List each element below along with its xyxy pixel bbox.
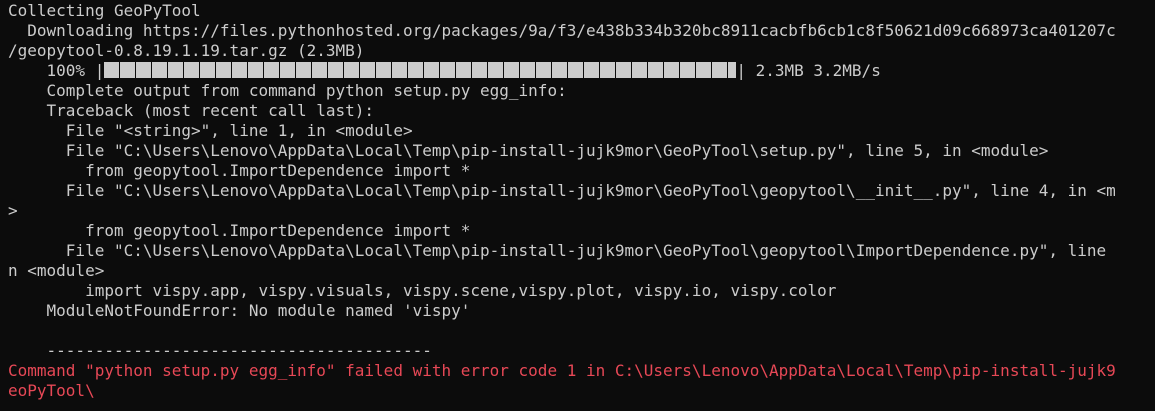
command-failed-continuation: eoPyTool\ — [8, 381, 95, 400]
traceback-header: Traceback (most recent call last): — [8, 101, 375, 120]
command-failed-line: Command "python setup.py egg_info" faile… — [8, 361, 1116, 380]
complete-output-line: Complete output from command python setu… — [8, 81, 567, 100]
traceback-code-2: from geopytool.ImportDependence import * — [8, 161, 471, 180]
downloading-continuation: /geopytool-0.8.19.1.19.tar.gz (2.3MB) — [8, 41, 365, 60]
traceback-frame-1: File "<string>", line 1, in <module> — [8, 121, 413, 140]
traceback-frame-4: File "C:\Users\Lenovo\AppData\Local\Temp… — [8, 241, 1107, 260]
separator-line: ---------------------------------------- — [8, 341, 432, 360]
progress-bar-fill — [104, 62, 737, 78]
console-window[interactable]: Collecting GeoPyTool Downloading https:/… — [0, 0, 1155, 411]
downloading-line: Downloading https://files.pythonhosted.o… — [8, 21, 1116, 40]
traceback-code-4: import vispy.app, vispy.visuals, vispy.s… — [8, 281, 837, 300]
progress-stats: | 2.3MB 3.2MB/s — [736, 61, 881, 80]
traceback-frame-3: File "C:\Users\Lenovo\AppData\Local\Temp… — [8, 181, 1116, 200]
traceback-frame-4-continuation: n <module> — [8, 261, 105, 280]
traceback-frame-3-continuation: > — [8, 201, 18, 220]
traceback-code-3: from geopytool.ImportDependence import * — [8, 221, 471, 240]
error-message: ModuleNotFoundError: No module named 'vi… — [8, 301, 471, 320]
traceback-frame-2: File "C:\Users\Lenovo\AppData\Local\Temp… — [8, 141, 1049, 160]
progress-percent: 100% | — [8, 61, 105, 80]
progress-line: 100% | | 2.3MB 3.2MB/s — [0, 61, 1155, 81]
collecting-line: Collecting GeoPyTool — [8, 1, 201, 20]
